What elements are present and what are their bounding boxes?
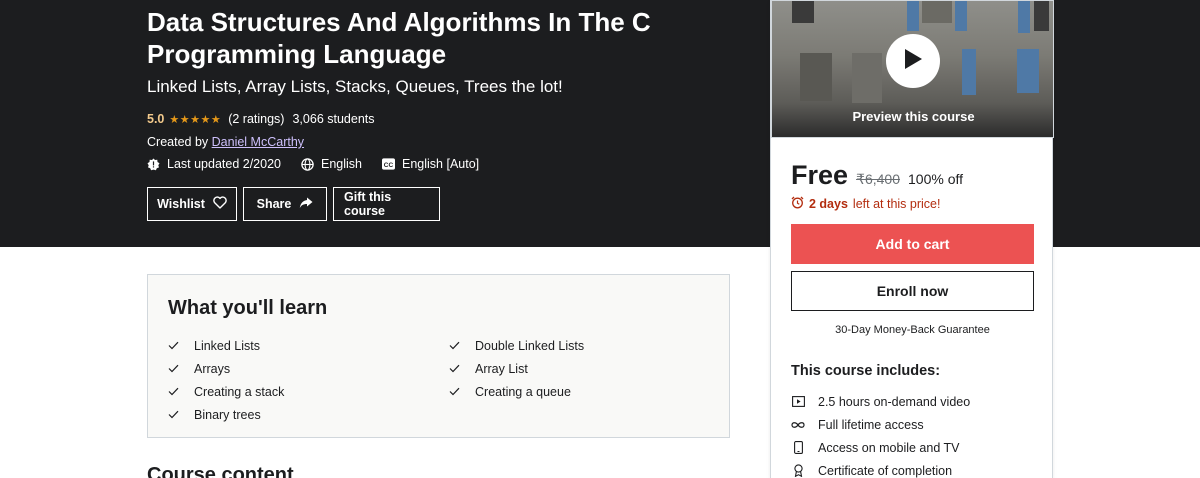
share-button[interactable]: Share xyxy=(243,187,327,221)
created-by: Created by Daniel McCarthy xyxy=(147,135,304,149)
learn-column-left: Linked Lists Arrays Creating a stack Bin… xyxy=(168,334,284,426)
learn-item-label: Array List xyxy=(475,361,528,376)
price-timer: 2 days left at this price! xyxy=(791,196,940,212)
learn-item-label: Arrays xyxy=(194,361,231,376)
course-meta: Last updated 2/2020 English CC English [… xyxy=(147,157,499,171)
globe-icon xyxy=(301,157,314,171)
course-subtitle: Linked Lists, Array Lists, Stacks, Queue… xyxy=(147,77,563,96)
includes-item: Full lifetime access xyxy=(791,413,970,436)
building-shutter xyxy=(955,1,967,31)
current-price: Free xyxy=(791,160,849,190)
students-count: 3,066 students xyxy=(292,112,375,126)
svg-text:CC: CC xyxy=(384,162,394,169)
learn-item: Double Linked Lists xyxy=(449,334,584,357)
hero-actions: Wishlist Share Gift this course xyxy=(147,187,440,221)
mobile-icon xyxy=(791,441,805,455)
learn-item: Arrays xyxy=(168,357,284,380)
star-rating-icon: ★★★★★ xyxy=(169,113,222,126)
original-price: ₹6,400 xyxy=(856,171,900,187)
building-window xyxy=(852,53,882,103)
infinity-icon xyxy=(791,418,805,432)
alert-badge-icon xyxy=(147,158,160,171)
building-window xyxy=(922,1,952,23)
last-updated: Last updated 2/2020 xyxy=(147,157,281,171)
includes-title: This course includes: xyxy=(791,363,941,379)
timer-text: left at this price! xyxy=(852,197,941,211)
share-arrow-icon xyxy=(299,197,313,212)
closed-captions-icon: CC xyxy=(382,158,395,171)
gift-course-button[interactable]: Gift this course xyxy=(333,187,440,221)
building-window xyxy=(800,53,832,101)
learn-item-label: Creating a queue xyxy=(475,384,571,399)
certificate-icon xyxy=(791,464,805,478)
rating-value: 5.0 xyxy=(147,112,165,126)
enroll-now-button[interactable]: Enroll now xyxy=(791,271,1034,311)
purchase-card: Preview this course Free ₹6,400 100% off… xyxy=(770,0,1054,478)
check-icon xyxy=(168,387,194,396)
what-you-learn-box: What you'll learn Linked Lists Arrays Cr… xyxy=(147,274,730,438)
course-preview[interactable]: Preview this course xyxy=(771,0,1054,138)
wishlist-label: Wishlist xyxy=(157,197,205,211)
discount-percent: 100% off xyxy=(908,171,964,187)
includes-label: Full lifetime access xyxy=(818,417,924,432)
includes-label: Certificate of completion xyxy=(818,463,953,478)
rating-row: 5.0 ★★★★★ (2 ratings) 3,066 students xyxy=(147,112,375,126)
course-content-heading: Course content xyxy=(147,464,294,478)
building-window xyxy=(792,1,814,23)
learn-column-right: Double Linked Lists Array List Creating … xyxy=(449,334,584,403)
price-row: Free ₹6,400 100% off xyxy=(791,160,963,191)
created-by-label: Created by xyxy=(147,135,209,149)
play-button[interactable] xyxy=(886,34,940,88)
ratings-count-link[interactable]: (2 ratings) xyxy=(228,112,284,126)
check-icon xyxy=(449,364,475,373)
includes-item: Certificate of completion xyxy=(791,459,970,478)
learn-item-label: Double Linked Lists xyxy=(475,338,585,353)
includes-label: 2.5 hours on-demand video xyxy=(818,394,971,409)
includes-list: 2.5 hours on-demand video Full lifetime … xyxy=(791,390,970,478)
last-updated-text: Last updated 2/2020 xyxy=(167,157,281,171)
captions: CC English [Auto] xyxy=(382,157,479,171)
share-label: Share xyxy=(256,197,292,211)
captions-text: English [Auto] xyxy=(402,157,480,171)
building-shutter xyxy=(1017,49,1039,93)
add-to-cart-button[interactable]: Add to cart xyxy=(791,224,1034,264)
learn-item: Array List xyxy=(449,357,584,380)
learn-item-label: Creating a stack xyxy=(194,384,285,399)
includes-label: Access on mobile and TV xyxy=(818,440,960,455)
video-icon xyxy=(791,395,805,409)
includes-item: 2.5 hours on-demand video xyxy=(791,390,970,413)
building-shutter xyxy=(962,49,976,95)
learn-item: Creating a stack xyxy=(168,380,284,403)
course-title: Data Structures And Algorithms In The C … xyxy=(147,7,651,69)
language-text: English xyxy=(321,157,362,171)
building-shutter xyxy=(1018,1,1030,33)
learn-item-label: Binary trees xyxy=(194,407,261,422)
includes-item: Access on mobile and TV xyxy=(791,436,970,459)
building-shutter xyxy=(907,1,919,31)
heart-icon xyxy=(213,196,227,212)
language: English xyxy=(301,157,362,171)
learn-title: What you'll learn xyxy=(168,297,328,319)
learn-item: Linked Lists xyxy=(168,334,284,357)
learn-item: Creating a queue xyxy=(449,380,584,403)
gift-label: Gift this course xyxy=(344,190,392,218)
wishlist-button[interactable]: Wishlist xyxy=(147,187,237,221)
alarm-clock-icon xyxy=(791,196,804,212)
check-icon xyxy=(168,364,194,373)
preview-label: Preview this course xyxy=(852,109,975,124)
building-window xyxy=(1034,1,1049,31)
check-icon xyxy=(449,341,475,350)
timer-days: 2 days xyxy=(809,197,848,211)
check-icon xyxy=(168,410,194,419)
check-icon xyxy=(168,341,194,350)
money-back-guarantee: 30-Day Money-Back Guarantee xyxy=(835,324,990,336)
learn-item: Binary trees xyxy=(168,403,284,426)
instructor-link[interactable]: Daniel McCarthy xyxy=(212,135,304,149)
play-icon xyxy=(903,48,923,75)
check-icon xyxy=(449,387,475,396)
learn-item-label: Linked Lists xyxy=(194,338,261,353)
